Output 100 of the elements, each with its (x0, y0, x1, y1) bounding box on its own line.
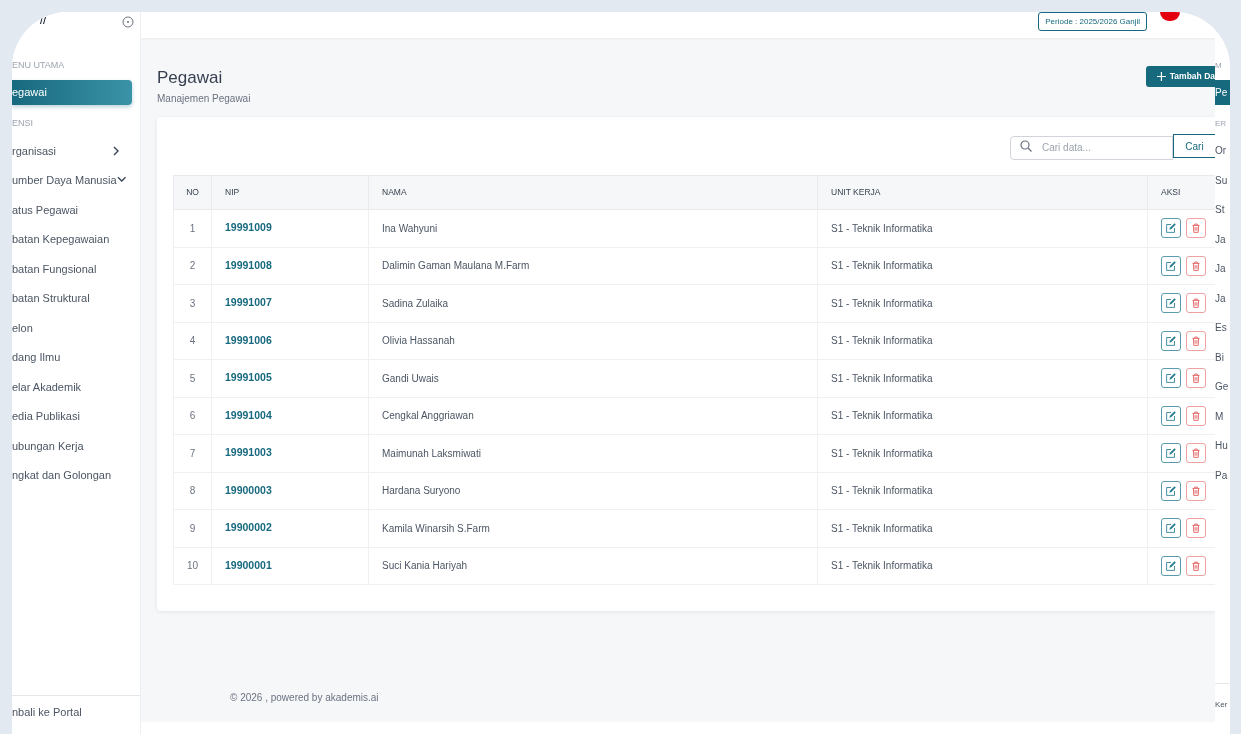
delete-button[interactable] (1186, 218, 1206, 239)
sidebar-item[interactable]: batan Fungsional (12, 254, 132, 284)
table-cell: S1 - Teknik Informatika (817, 359, 1148, 397)
sidebar-item[interactable]: edia Publikasi (12, 401, 132, 431)
sidebar-item[interactable]: Pe (1215, 80, 1230, 105)
table-cell: Dalimin Gaman Maulana M.Farm (368, 247, 818, 285)
sidebar-item[interactable]: ubungan Kerja (12, 431, 132, 461)
table-cell: 6 (173, 397, 212, 435)
table-cell: Sadina Zulaika (368, 284, 818, 322)
edit-icon (1164, 221, 1178, 236)
delete-button[interactable] (1186, 518, 1206, 539)
edit-icon (1164, 483, 1178, 498)
table-cell: Kamila Winarsih S.Farm (368, 509, 818, 547)
search-field[interactable]: Cari data... (1010, 135, 1173, 160)
add-button[interactable]: Tambah Da (1146, 66, 1215, 87)
column-header: UNIT KERJA (817, 175, 1148, 210)
page-subtitle: Manajemen Pegawai (157, 92, 251, 106)
table-cell: 2 (173, 247, 212, 285)
search-button[interactable]: Cari (1173, 134, 1215, 158)
sidebar-item[interactable]: batan Struktural (12, 283, 132, 313)
sidebar-item[interactable]: rganisasi (12, 136, 132, 166)
sidebar-item[interactable]: Ja (1215, 224, 1230, 254)
table-cell: S1 - Teknik Informatika (817, 434, 1148, 472)
edit-button[interactable] (1161, 218, 1181, 239)
sidebar-item[interactable]: atus Pegawai (12, 195, 132, 225)
period-badge[interactable]: Periode : 2025/2026 Ganjil (1038, 12, 1147, 31)
edit-icon (1164, 371, 1178, 386)
edit-icon (1164, 558, 1178, 573)
sidebar-link[interactable]: Ker (1215, 699, 1228, 711)
sidebar-item[interactable]: Su (1215, 165, 1230, 195)
table-cell: 19991006 (211, 322, 369, 360)
sidebar-item[interactable]: Pa (1215, 460, 1230, 490)
edit-button[interactable] (1161, 518, 1181, 539)
sidebar-item[interactable]: Es (1215, 313, 1230, 343)
table-cell: 3 (173, 284, 212, 322)
table-cell: S1 - Teknik Informatika (817, 397, 1148, 435)
edit-button[interactable] (1161, 255, 1181, 276)
table-cell: S1 - Teknik Informatika (817, 547, 1148, 585)
table-cell: 19900002 (211, 509, 369, 547)
table-cell: S1 - Teknik Informatika (817, 209, 1148, 247)
table-cell: Olivia Hassanah (368, 322, 818, 360)
edit-button[interactable] (1161, 368, 1181, 389)
avatar[interactable] (1160, 12, 1180, 21)
sidebar-item[interactable]: ngkat dan Golongan (12, 460, 132, 490)
edit-button[interactable] (1161, 555, 1181, 576)
sidebar-item[interactable]: M (1215, 401, 1230, 431)
sidebar-item[interactable]: umber Daya Manusia (12, 165, 132, 195)
sidebar-item[interactable]: Ja (1215, 283, 1230, 313)
table-cell: Suci Kania Hariyah (368, 547, 818, 585)
table-cell: Maimunah Laksmiwati (368, 434, 818, 472)
table-cell: 19991004 (211, 397, 369, 435)
sidebar-item[interactable]: dang Ilmu (12, 342, 132, 372)
table-cell: 8 (173, 472, 212, 510)
edit-button[interactable] (1161, 480, 1181, 501)
table-cell: Gandi Uwais (368, 359, 818, 397)
footer-text: © 2026 , powered by akademis.ai (230, 691, 379, 705)
sidebar-item[interactable]: Bi (1215, 342, 1230, 372)
table-cell: 19991008 (211, 247, 369, 285)
clock-icon[interactable] (122, 16, 134, 28)
delete-button[interactable] (1186, 255, 1206, 276)
delete-button[interactable] (1186, 293, 1206, 314)
logo-icon (40, 16, 46, 24)
delete-button[interactable] (1186, 480, 1206, 501)
table-cell: 5 (173, 359, 212, 397)
table-cell: 19991003 (211, 434, 369, 472)
section-heading: ENU UTAMA (12, 60, 66, 72)
table-cell: Cengkal Anggriawan (368, 397, 818, 435)
edit-button[interactable] (1161, 405, 1181, 426)
edit-button[interactable] (1161, 330, 1181, 351)
table-cell: S1 - Teknik Informatika (817, 472, 1148, 510)
edit-button[interactable] (1161, 443, 1181, 464)
delete-button[interactable] (1186, 443, 1206, 464)
edit-icon (1164, 296, 1178, 311)
edit-icon (1164, 408, 1178, 423)
column-header: NIP (211, 175, 369, 210)
delete-button[interactable] (1186, 555, 1206, 576)
table-cell: 19900001 (211, 547, 369, 585)
sidebar-item[interactable]: elon (12, 313, 132, 343)
edit-icon (1164, 333, 1178, 348)
sidebar-link[interactable]: nbali ke Portal (12, 703, 82, 721)
sidebar-item[interactable]: Ja (1215, 254, 1230, 284)
page-title: Pegawai (157, 68, 224, 88)
delete-button[interactable] (1186, 405, 1206, 426)
edit-button[interactable] (1161, 293, 1181, 314)
section-heading: M (1215, 60, 1223, 72)
sidebar-item[interactable]: Hu (1215, 431, 1230, 461)
column-header: NO (173, 175, 212, 210)
edit-icon (1164, 446, 1178, 461)
delete-button[interactable] (1186, 330, 1206, 351)
table-cell: S1 - Teknik Informatika (817, 247, 1148, 285)
sidebar-item[interactable]: batan Kepegawaian (12, 224, 132, 254)
sidebar-item[interactable]: Or (1215, 136, 1230, 166)
delete-button[interactable] (1186, 368, 1206, 389)
sidebar-item[interactable]: elar Akademik (12, 372, 132, 402)
search-icon (1020, 140, 1032, 152)
sidebar-item[interactable]: egawai (12, 80, 132, 105)
table-cell: 7 (173, 434, 212, 472)
table-cell: 19900003 (211, 472, 369, 510)
sidebar-item[interactable]: Ge (1215, 372, 1230, 402)
sidebar-item[interactable]: St (1215, 195, 1230, 225)
